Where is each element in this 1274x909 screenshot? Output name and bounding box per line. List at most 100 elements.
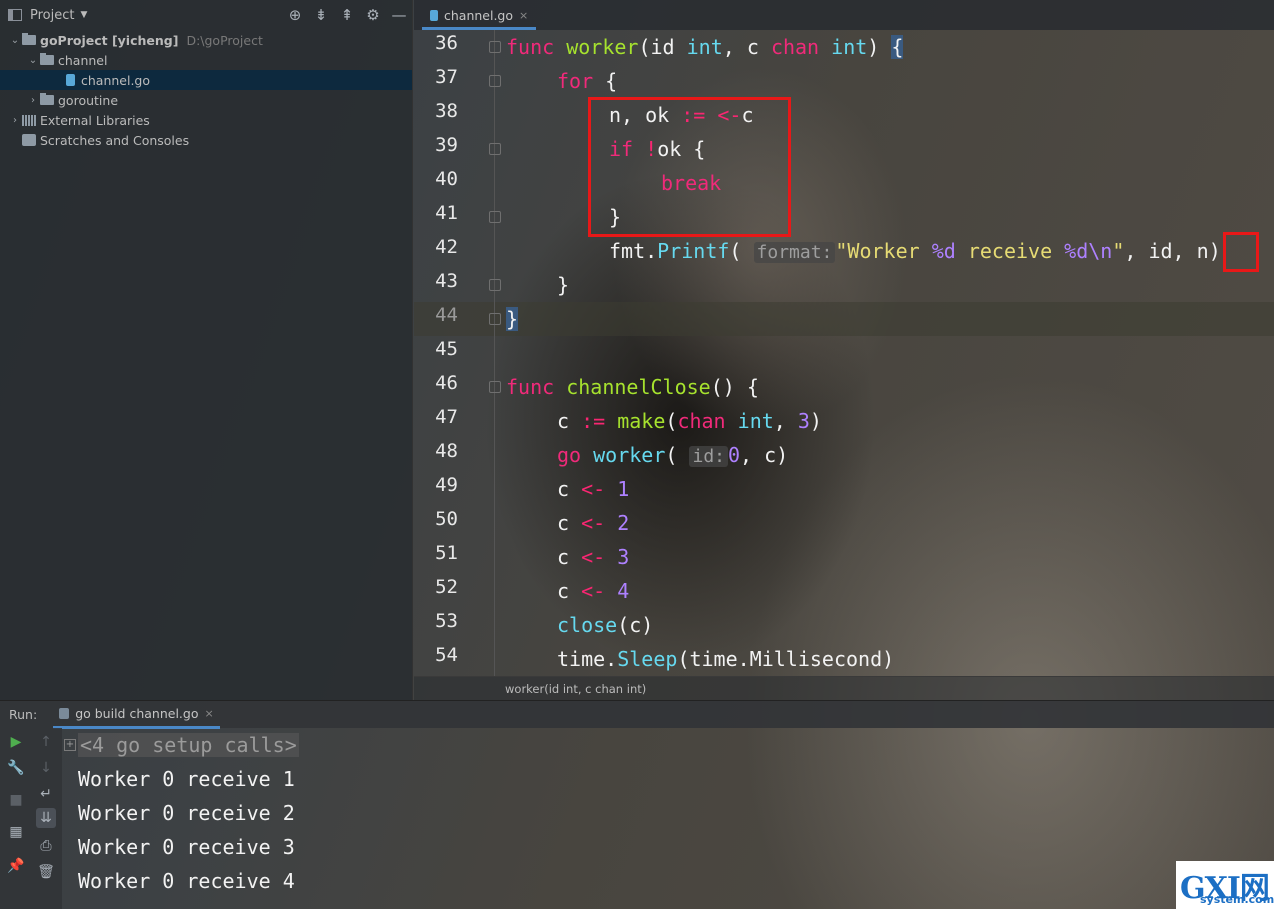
wrench-icon[interactable]: 🔧 — [6, 758, 26, 778]
code-token: 3 — [617, 545, 630, 569]
fold-icon[interactable] — [489, 279, 501, 291]
fold-icon[interactable] — [489, 313, 501, 325]
code-token: 3 — [797, 409, 810, 433]
code-token: make — [617, 409, 666, 433]
code-line-44: } — [506, 302, 519, 336]
fold-icon[interactable] — [489, 75, 501, 87]
line-number: 52 — [435, 576, 458, 598]
code-token: 4 — [617, 579, 630, 603]
code-token: 0 — [728, 443, 741, 467]
close-icon[interactable]: × — [519, 9, 528, 22]
stop-icon[interactable]: ■ — [6, 790, 26, 810]
code-token: } — [506, 307, 519, 331]
project-panel-title: Project — [30, 7, 75, 23]
chevron-down-icon[interactable]: ▼ — [80, 10, 87, 20]
chevron-right-icon[interactable]: › — [26, 95, 40, 106]
console-line: Worker 0 receive 1 — [78, 767, 295, 791]
code-line-42: fmt.Printf( format: "Worker %d receive %d… — [506, 234, 1221, 268]
code-token: ) — [867, 35, 892, 59]
code-token: } — [557, 273, 570, 297]
code-line-43: } — [506, 268, 569, 302]
code-token: { — [593, 69, 618, 93]
fold-icon[interactable] — [489, 41, 501, 53]
print-icon[interactable]: ⎙ — [36, 836, 56, 856]
console-line: <4 go setup calls> — [78, 728, 299, 762]
code-token: Sleep — [617, 647, 678, 671]
tree-item-label: channel — [58, 52, 108, 68]
code-token: fmt. — [609, 239, 658, 263]
code-token: %d — [931, 239, 956, 263]
code-token: go — [557, 443, 582, 467]
run-tab[interactable]: go build channel.go × — [53, 701, 220, 729]
code-token: c — [557, 579, 582, 603]
trash-icon[interactable]: 🗑 — [36, 862, 56, 882]
down-arrow-icon[interactable]: ↓ — [36, 758, 56, 778]
code-token: <- — [581, 579, 618, 603]
code-token: , c) — [740, 443, 789, 467]
code-token: <- — [581, 511, 618, 535]
expand-all-icon[interactable]: ⇟ — [308, 6, 334, 24]
code-line-53: close(c) — [506, 608, 653, 642]
watermark-sub: system.com — [1200, 893, 1274, 906]
code-token: ( — [665, 443, 678, 467]
run-label: Run: — [9, 707, 38, 722]
minimize-icon[interactable]: — — [386, 6, 412, 24]
fold-icon[interactable] — [489, 211, 501, 223]
collapse-all-icon[interactable]: ⇞ — [334, 6, 360, 24]
tree-item-channel-go[interactable]: channel.go — [0, 70, 412, 90]
code-token: c — [557, 477, 582, 501]
locate-target-icon[interactable]: ⊕ — [282, 6, 308, 24]
line-number: 39 — [435, 134, 458, 156]
watermark-logo: GXI网 system.com — [1176, 861, 1274, 909]
code-editor[interactable]: 36 37 38 39 40 41 42 43 44 45 46 47 48 4… — [414, 30, 1274, 676]
code-token: := — [581, 409, 618, 433]
close-icon[interactable]: × — [204, 707, 213, 720]
chevron-down-icon[interactable]: ⌄ — [26, 55, 40, 66]
soft-wrap-icon[interactable]: ↵ — [36, 784, 56, 804]
up-arrow-icon[interactable]: ↑ — [36, 732, 56, 752]
tab-channel-go[interactable]: channel.go × — [422, 3, 537, 30]
tree-item-label: Scratches and Consoles — [40, 132, 190, 148]
expand-icon[interactable]: + — [64, 739, 76, 751]
code-token: %d\n — [1064, 239, 1113, 263]
tree-item-scratches[interactable]: Scratches and Consoles — [0, 130, 412, 150]
code-token: int — [831, 35, 868, 59]
play-icon[interactable]: ▶ — [6, 732, 26, 752]
line-number: 38 — [435, 100, 458, 122]
tree-item-label: External Libraries — [40, 112, 150, 128]
folder-icon — [22, 33, 36, 45]
console-output[interactable]: + <4 go setup calls> Worker 0 receive 1 … — [62, 728, 1274, 909]
layout-icon[interactable]: ▦ — [6, 822, 26, 842]
fold-icon[interactable] — [489, 381, 501, 393]
code-token: n — [1196, 239, 1209, 263]
folder-icon — [40, 93, 54, 105]
code-token: <- — [581, 477, 618, 501]
tree-item-goroutine[interactable]: › goroutine — [0, 90, 412, 110]
indent-guide — [494, 30, 495, 676]
code-token: int — [737, 409, 774, 433]
code-line-52: c <- 4 — [506, 574, 629, 608]
code-token: chan — [770, 35, 820, 59]
tree-item-external-libraries[interactable]: › External Libraries — [0, 110, 412, 130]
tree-item-goproject[interactable]: ⌄ goProject [yicheng] D:\goProject — [0, 30, 412, 50]
code-line-37: for { — [506, 64, 617, 98]
line-number: 44 — [435, 304, 458, 326]
chevron-down-icon[interactable]: ⌄ — [8, 35, 22, 46]
chevron-right-icon[interactable]: › — [8, 115, 22, 126]
tree-item-label: channel.go — [81, 72, 151, 88]
code-line-47: c := make(chan int, 3) — [506, 404, 822, 438]
scratches-icon — [22, 134, 36, 146]
code-token: c — [557, 409, 582, 433]
setup-calls-fold[interactable]: <4 go setup calls> — [78, 733, 299, 757]
code-token: () { — [710, 375, 759, 399]
code-token: ) — [1208, 239, 1221, 263]
project-toolbar: ⊕ ⇟ ⇞ ⚙ — — [282, 0, 412, 30]
fold-icon[interactable] — [489, 143, 501, 155]
scroll-to-end-icon[interactable]: ⇊ — [36, 808, 56, 828]
code-token: int — [686, 35, 723, 59]
breadcrumb[interactable]: worker(id int, c chan int) — [414, 676, 1274, 700]
pin-icon[interactable]: 📌 — [6, 856, 26, 876]
tree-item-channel[interactable]: ⌄ channel — [0, 50, 412, 70]
gear-icon[interactable]: ⚙ — [360, 6, 386, 24]
